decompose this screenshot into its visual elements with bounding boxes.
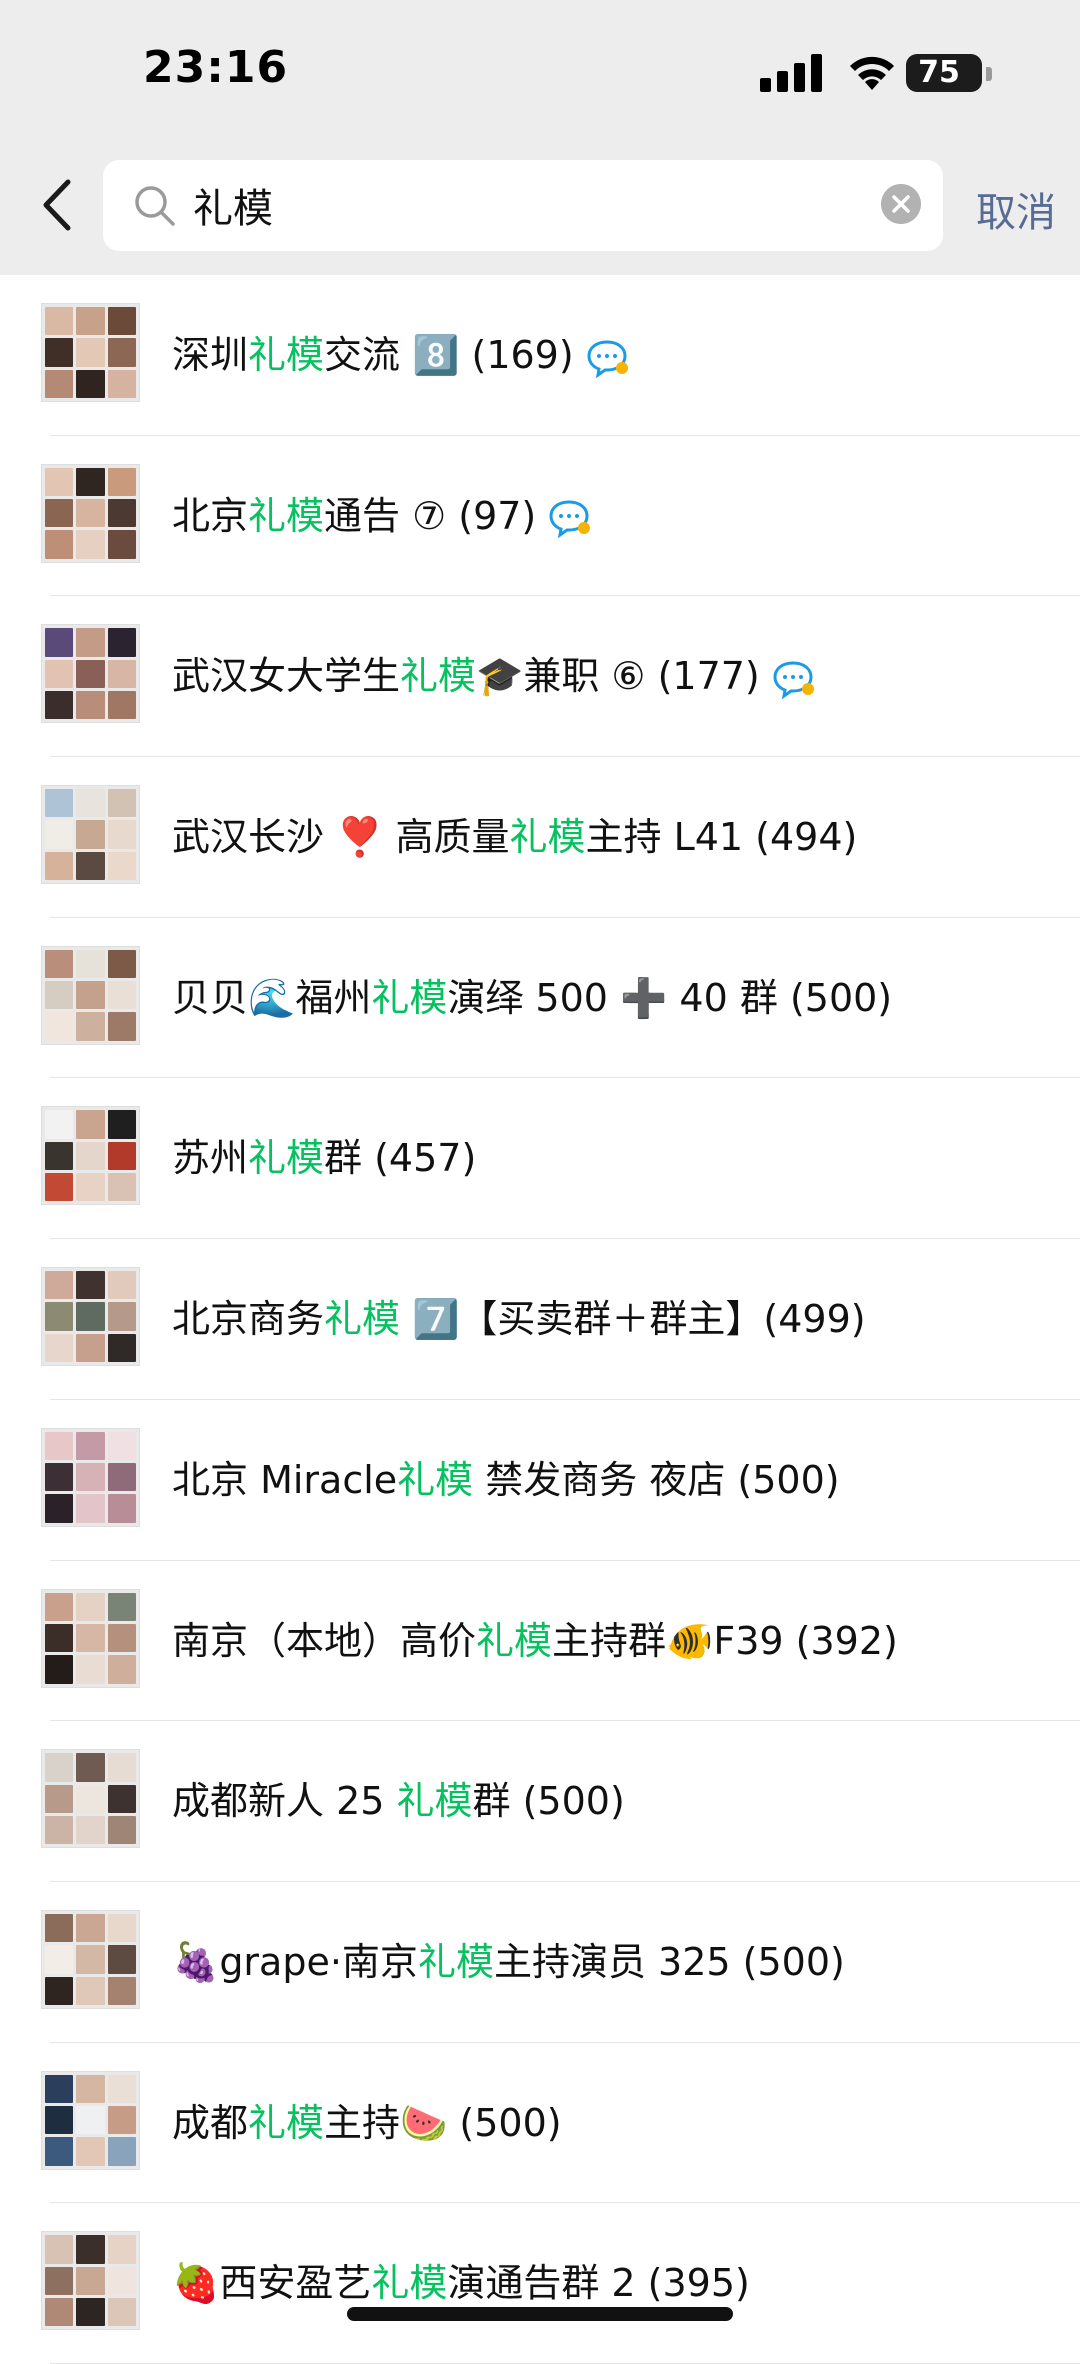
keyword-highlight: 礼模 xyxy=(371,975,448,1020)
home-indicator xyxy=(347,2307,733,2321)
group-avatar xyxy=(41,624,140,724)
keyword-highlight: 礼模 xyxy=(248,493,325,538)
group-avatar xyxy=(41,1909,140,2009)
group-name-prefix: 武汉长沙 ❣️ 高质量 xyxy=(172,815,510,860)
group-name: 成都礼模主持🍉 (500) xyxy=(172,2043,562,2203)
group-name-suffix: 群 (500) xyxy=(472,1779,625,1824)
group-name-prefix: 成都新人 25 xyxy=(172,1779,397,1824)
group-avatar xyxy=(41,303,140,402)
header-area: 23:16 75 取消 xyxy=(0,0,1080,275)
group-avatar xyxy=(41,1588,140,1688)
group-result-row[interactable]: 武汉长沙 ❣️ 高质量礼模主持 L41 (494) xyxy=(0,757,1080,918)
group-name-suffix: 禁发商务 夜店 (500) xyxy=(473,1457,840,1502)
group-name-prefix: 苏州 xyxy=(172,1136,249,1181)
battery-level: 75 xyxy=(918,55,960,90)
group-name-suffix: 主持演员 325 (500) xyxy=(493,1939,845,1984)
group-name-suffix: 群 (457) xyxy=(324,1136,477,1181)
group-name: 北京 Miracle礼模 禁发商务 夜店 (500) xyxy=(172,1400,840,1560)
group-avatar xyxy=(41,945,140,1045)
battery-cap xyxy=(986,67,992,81)
group-name: 成都新人 25 礼模群 (500) xyxy=(172,1721,625,1881)
keyword-highlight: 礼模 xyxy=(248,333,325,377)
group-name-prefix: 武汉女大学生 xyxy=(172,654,401,699)
keyword-highlight: 礼模 xyxy=(371,2261,448,2306)
group-name-suffix: 主持群🐠F39 (392) xyxy=(552,1618,898,1663)
group-avatar xyxy=(41,1267,140,1367)
chat-bubble-icon xyxy=(587,339,628,378)
group-avatar xyxy=(41,2231,140,2331)
group-name-prefix: 南京（本地）高价 xyxy=(172,1618,477,1663)
group-name: 🍇grape·南京礼模主持演员 325 (500) xyxy=(172,1882,845,2042)
group-name-suffix: 演绎 500 ➕ 40 群 (500) xyxy=(447,975,893,1020)
cancel-button[interactable]: 取消 xyxy=(976,180,1056,238)
group-avatar xyxy=(41,785,140,885)
group-name: 南京（本地）高价礼模主持群🐠F39 (392) xyxy=(172,1561,898,1721)
cellular-signal-icon xyxy=(760,54,822,92)
group-name: 武汉长沙 ❣️ 高质量礼模主持 L41 (494) xyxy=(172,757,857,917)
battery-icon: 75 xyxy=(906,54,982,92)
search-input[interactable] xyxy=(193,170,833,240)
status-time: 23:16 xyxy=(143,42,289,93)
keyword-highlight: 礼模 xyxy=(400,654,477,699)
keyword-highlight: 礼模 xyxy=(396,1779,473,1824)
keyword-highlight: 礼模 xyxy=(509,815,586,860)
keyword-highlight: 礼模 xyxy=(248,2100,325,2145)
keyword-highlight: 礼模 xyxy=(417,1939,494,1984)
group-avatar xyxy=(41,2070,140,2170)
group-name-suffix: 主持 L41 (494) xyxy=(585,815,858,860)
group-name: 🍓西安盈艺礼模演通告群 2 (395) xyxy=(172,2203,750,2363)
search-results-list: 深圳礼模交流 8️⃣ (169) 北京礼模通告 ⑦ (97) 武汉女大学生礼模🎓兼职… xyxy=(0,275,1080,2364)
group-avatar xyxy=(41,463,140,563)
keyword-highlight: 礼模 xyxy=(397,1457,474,1502)
group-name: 北京商务礼模 7️⃣【买卖群＋群主】(499) xyxy=(172,1239,866,1399)
group-result-row[interactable]: 北京礼模通告 ⑦ (97) xyxy=(0,436,1080,597)
group-name-suffix: 交流 8️⃣ (169) xyxy=(324,333,574,377)
group-result-row[interactable]: 🍇grape·南京礼模主持演员 325 (500) xyxy=(0,1882,1080,2043)
group-name-prefix: 成都 xyxy=(172,2100,249,2145)
group-result-row[interactable]: 北京商务礼模 7️⃣【买卖群＋群主】(499) xyxy=(0,1239,1080,1400)
group-name: 武汉女大学生礼模🎓兼职 ⑥ (177) xyxy=(172,596,818,756)
search-bar[interactable] xyxy=(103,160,943,251)
search-icon xyxy=(135,186,175,226)
chat-bubble-icon xyxy=(773,661,814,699)
keyword-highlight: 礼模 xyxy=(248,1136,325,1181)
group-name: 苏州礼模群 (457) xyxy=(172,1078,476,1238)
group-name: 深圳礼模交流 8️⃣ (169) xyxy=(172,275,632,435)
group-avatar xyxy=(41,1106,140,1206)
chat-bubble-icon xyxy=(549,500,591,539)
group-avatar xyxy=(41,1427,140,1527)
group-result-row[interactable]: 南京（本地）高价礼模主持群🐠F39 (392) xyxy=(0,1561,1080,1722)
group-name-prefix: 北京 Miracle xyxy=(172,1457,398,1502)
clear-icon[interactable] xyxy=(881,184,921,224)
back-button[interactable] xyxy=(30,172,86,238)
group-result-row[interactable]: 北京 Miracle礼模 禁发商务 夜店 (500) xyxy=(0,1400,1080,1561)
group-name-suffix: 🎓兼职 ⑥ (177) xyxy=(476,654,760,699)
group-name-prefix: 贝贝🌊福州 xyxy=(172,975,372,1020)
group-result-row[interactable]: 深圳礼模交流 8️⃣ (169) xyxy=(0,275,1080,436)
group-result-row[interactable]: 成都礼模主持🍉 (500) xyxy=(0,2043,1080,2204)
keyword-highlight: 礼模 xyxy=(324,1297,401,1342)
group-name-prefix: 深圳 xyxy=(172,333,249,377)
group-name-prefix: 北京 xyxy=(172,493,249,538)
group-result-row[interactable]: 苏州礼模群 (457) xyxy=(0,1078,1080,1240)
group-name-prefix: 北京商务 xyxy=(172,1297,325,1342)
wifi-icon xyxy=(850,56,894,90)
group-avatar xyxy=(41,1749,140,1849)
group-name: 贝贝🌊福州礼模演绎 500 ➕ 40 群 (500) xyxy=(172,918,892,1078)
group-name-suffix: 通告 ⑦ (97) xyxy=(324,493,537,538)
group-name-suffix: 主持🍉 (500) xyxy=(324,2100,562,2145)
group-result-row[interactable]: 贝贝🌊福州礼模演绎 500 ➕ 40 群 (500) xyxy=(0,918,1080,1079)
group-name-prefix: 🍓西安盈艺 xyxy=(172,2261,372,2306)
group-name-suffix: 演通告群 2 (395) xyxy=(447,2261,750,2306)
group-name-suffix: 7️⃣【买卖群＋群主】(499) xyxy=(400,1297,866,1342)
group-result-row[interactable]: 成都新人 25 礼模群 (500) xyxy=(0,1721,1080,1882)
group-result-row[interactable]: 🍓西安盈艺礼模演通告群 2 (395) xyxy=(0,2203,1080,2364)
keyword-highlight: 礼模 xyxy=(476,1618,553,1663)
group-result-row[interactable]: 武汉女大学生礼模🎓兼职 ⑥ (177) xyxy=(0,596,1080,758)
group-name-prefix: 🍇grape·南京 xyxy=(172,1939,418,1984)
group-name: 北京礼模通告 ⑦ (97) xyxy=(172,436,594,596)
